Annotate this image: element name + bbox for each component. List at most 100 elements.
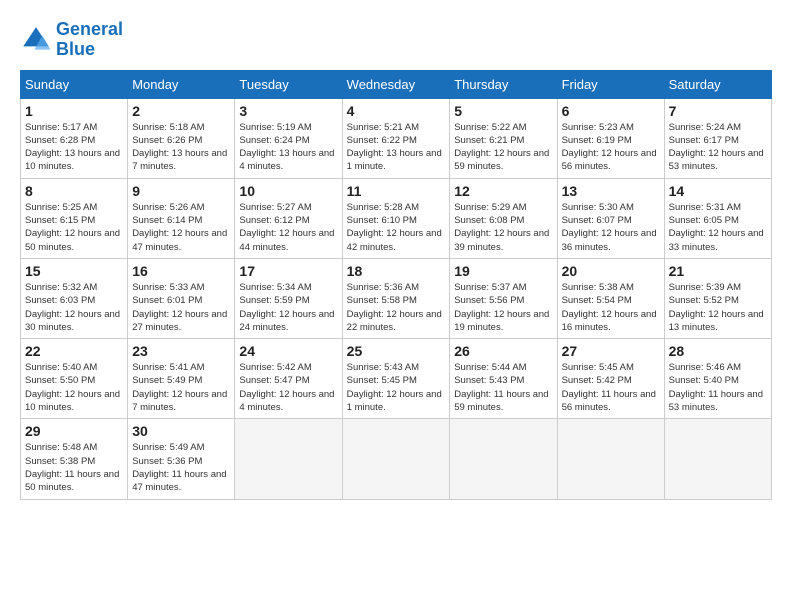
day-number: 29 (25, 423, 123, 439)
day-number: 9 (132, 183, 230, 199)
calendar-cell: 1Sunrise: 5:17 AMSunset: 6:28 PMDaylight… (21, 98, 128, 178)
day-number: 10 (239, 183, 337, 199)
day-info: Sunrise: 5:39 AMSunset: 5:52 PMDaylight:… (669, 281, 767, 334)
day-info: Sunrise: 5:45 AMSunset: 5:42 PMDaylight:… (562, 361, 660, 414)
calendar-cell: 14 Sunrise: 5:31 AMSunset: 6:05 PMDayligh… (664, 178, 771, 258)
logo-text: General Blue (56, 20, 123, 60)
calendar-cell: 21 Sunrise: 5:39 AMSunset: 5:52 PMDayligh… (664, 258, 771, 338)
calendar-cell: 24 Sunrise: 5:42 AMSunset: 5:47 PMDayligh… (235, 339, 342, 419)
calendar-cell: 19 Sunrise: 5:37 AMSunset: 5:56 PMDayligh… (450, 258, 557, 338)
day-info: Sunrise: 5:32 AMSunset: 6:03 PMDaylight:… (25, 281, 123, 334)
calendar-week-row: 1Sunrise: 5:17 AMSunset: 6:28 PMDaylight… (21, 98, 772, 178)
day-number: 14 (669, 183, 767, 199)
calendar-cell: 27 Sunrise: 5:45 AMSunset: 5:42 PMDayligh… (557, 339, 664, 419)
day-number: 23 (132, 343, 230, 359)
column-header-wednesday: Wednesday (342, 70, 450, 98)
calendar-cell: 6Sunrise: 5:23 AMSunset: 6:19 PMDaylight… (557, 98, 664, 178)
day-number: 6 (562, 103, 660, 119)
calendar-cell: 3 Sunrise: 5:19 AMSunset: 6:24 PMDaylight… (235, 98, 342, 178)
day-info: Sunrise: 5:19 AMSunset: 6:24 PMDaylight:… (239, 121, 337, 174)
day-number: 5 (454, 103, 552, 119)
day-info: Sunrise: 5:17 AMSunset: 6:28 PMDaylight:… (25, 121, 123, 174)
calendar-cell: 22 Sunrise: 5:40 AMSunset: 5:50 PMDayligh… (21, 339, 128, 419)
calendar-week-row: 8 Sunrise: 5:25 AMSunset: 6:15 PMDaylight… (21, 178, 772, 258)
day-info: Sunrise: 5:31 AMSunset: 6:05 PMDaylight:… (669, 201, 767, 254)
calendar-cell: 25 Sunrise: 5:43 AMSunset: 5:45 PMDayligh… (342, 339, 450, 419)
day-number: 24 (239, 343, 337, 359)
column-header-thursday: Thursday (450, 70, 557, 98)
day-info: Sunrise: 5:46 AMSunset: 5:40 PMDaylight:… (669, 361, 767, 414)
column-header-monday: Monday (128, 70, 235, 98)
day-info: Sunrise: 5:33 AMSunset: 6:01 PMDaylight:… (132, 281, 230, 334)
calendar-header-row: SundayMondayTuesdayWednesdayThursdayFrid… (21, 70, 772, 98)
day-number: 22 (25, 343, 123, 359)
calendar-cell: 15 Sunrise: 5:32 AMSunset: 6:03 PMDayligh… (21, 258, 128, 338)
day-number: 12 (454, 183, 552, 199)
calendar-cell (450, 419, 557, 499)
day-info: Sunrise: 5:43 AMSunset: 5:45 PMDaylight:… (347, 361, 446, 414)
page-header: General Blue (20, 20, 772, 60)
calendar-cell: 17 Sunrise: 5:34 AMSunset: 5:59 PMDayligh… (235, 258, 342, 338)
column-header-tuesday: Tuesday (235, 70, 342, 98)
day-number: 25 (347, 343, 446, 359)
day-info: Sunrise: 5:28 AMSunset: 6:10 PMDaylight:… (347, 201, 446, 254)
calendar-week-row: 22 Sunrise: 5:40 AMSunset: 5:50 PMDayligh… (21, 339, 772, 419)
calendar-cell: 23Sunrise: 5:41 AMSunset: 5:49 PMDayligh… (128, 339, 235, 419)
day-number: 21 (669, 263, 767, 279)
calendar-cell: 26Sunrise: 5:44 AMSunset: 5:43 PMDayligh… (450, 339, 557, 419)
column-header-sunday: Sunday (21, 70, 128, 98)
day-info: Sunrise: 5:22 AMSunset: 6:21 PMDaylight:… (454, 121, 552, 174)
calendar-cell: 5 Sunrise: 5:22 AMSunset: 6:21 PMDaylight… (450, 98, 557, 178)
calendar-cell: 16 Sunrise: 5:33 AMSunset: 6:01 PMDayligh… (128, 258, 235, 338)
calendar-cell: 4 Sunrise: 5:21 AMSunset: 6:22 PMDaylight… (342, 98, 450, 178)
day-info: Sunrise: 5:27 AMSunset: 6:12 PMDaylight:… (239, 201, 337, 254)
day-number: 11 (347, 183, 446, 199)
day-number: 13 (562, 183, 660, 199)
day-number: 15 (25, 263, 123, 279)
day-number: 28 (669, 343, 767, 359)
calendar-week-row: 29Sunrise: 5:48 AMSunset: 5:38 PMDayligh… (21, 419, 772, 499)
day-info: Sunrise: 5:36 AMSunset: 5:58 PMDaylight:… (347, 281, 446, 334)
day-info: Sunrise: 5:25 AMSunset: 6:15 PMDaylight:… (25, 201, 123, 254)
calendar-week-row: 15 Sunrise: 5:32 AMSunset: 6:03 PMDayligh… (21, 258, 772, 338)
calendar-cell: 28 Sunrise: 5:46 AMSunset: 5:40 PMDayligh… (664, 339, 771, 419)
day-number: 20 (562, 263, 660, 279)
day-info: Sunrise: 5:49 AMSunset: 5:36 PMDaylight:… (132, 441, 230, 494)
day-info: Sunrise: 5:34 AMSunset: 5:59 PMDaylight:… (239, 281, 337, 334)
day-info: Sunrise: 5:40 AMSunset: 5:50 PMDaylight:… (25, 361, 123, 414)
calendar-cell (557, 419, 664, 499)
calendar-cell (235, 419, 342, 499)
day-number: 17 (239, 263, 337, 279)
calendar-cell: 10 Sunrise: 5:27 AMSunset: 6:12 PMDayligh… (235, 178, 342, 258)
day-info: Sunrise: 5:18 AMSunset: 6:26 PMDaylight:… (132, 121, 230, 174)
day-number: 18 (347, 263, 446, 279)
calendar-cell (664, 419, 771, 499)
day-number: 2 (132, 103, 230, 119)
calendar-cell: 11 Sunrise: 5:28 AMSunset: 6:10 PMDayligh… (342, 178, 450, 258)
column-header-friday: Friday (557, 70, 664, 98)
day-number: 3 (239, 103, 337, 119)
day-number: 19 (454, 263, 552, 279)
day-number: 8 (25, 183, 123, 199)
calendar-cell: 20 Sunrise: 5:38 AMSunset: 5:54 PMDayligh… (557, 258, 664, 338)
day-info: Sunrise: 5:21 AMSunset: 6:22 PMDaylight:… (347, 121, 446, 174)
day-number: 4 (347, 103, 446, 119)
column-header-saturday: Saturday (664, 70, 771, 98)
day-info: Sunrise: 5:29 AMSunset: 6:08 PMDaylight:… (454, 201, 552, 254)
calendar-table: SundayMondayTuesdayWednesdayThursdayFrid… (20, 70, 772, 500)
calendar-cell: 2 Sunrise: 5:18 AMSunset: 6:26 PMDaylight… (128, 98, 235, 178)
day-info: Sunrise: 5:44 AMSunset: 5:43 PMDaylight:… (454, 361, 552, 414)
day-info: Sunrise: 5:30 AMSunset: 6:07 PMDaylight:… (562, 201, 660, 254)
day-number: 16 (132, 263, 230, 279)
day-info: Sunrise: 5:38 AMSunset: 5:54 PMDaylight:… (562, 281, 660, 334)
day-info: Sunrise: 5:24 AMSunset: 6:17 PMDaylight:… (669, 121, 767, 174)
day-info: Sunrise: 5:42 AMSunset: 5:47 PMDaylight:… (239, 361, 337, 414)
calendar-cell (342, 419, 450, 499)
day-number: 7 (669, 103, 767, 119)
day-number: 27 (562, 343, 660, 359)
calendar-cell: 12 Sunrise: 5:29 AMSunset: 6:08 PMDayligh… (450, 178, 557, 258)
calendar-cell: 29Sunrise: 5:48 AMSunset: 5:38 PMDayligh… (21, 419, 128, 499)
calendar-cell: 18 Sunrise: 5:36 AMSunset: 5:58 PMDayligh… (342, 258, 450, 338)
day-number: 30 (132, 423, 230, 439)
day-info: Sunrise: 5:37 AMSunset: 5:56 PMDaylight:… (454, 281, 552, 334)
